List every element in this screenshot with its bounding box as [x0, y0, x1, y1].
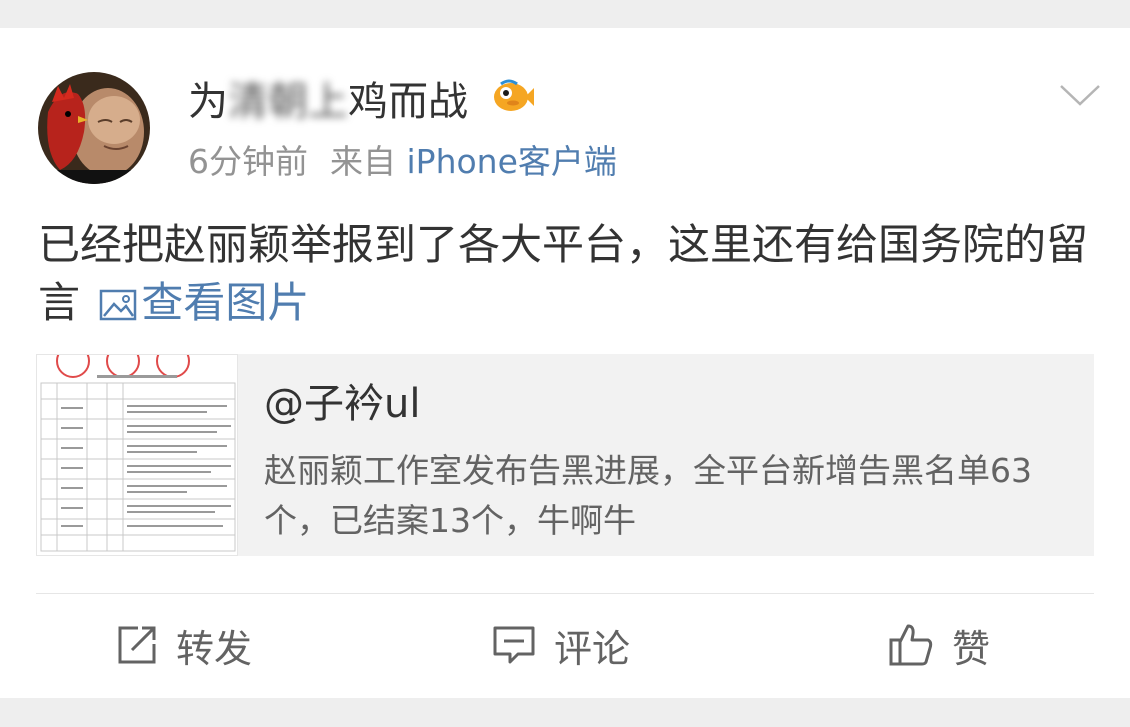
image-icon: [100, 289, 137, 321]
comment-button[interactable]: 评论: [492, 620, 631, 671]
quoted-post[interactable]: @子衿ul 赵丽颖工作室发布告黑进展，全平台新增告黑名单63个，已结案13个，牛…: [36, 354, 1094, 556]
post-text: 已经把赵丽颖举报到了各大平台，这里还有给国务院的留言 查看图片: [38, 216, 1098, 332]
actions-divider: [36, 593, 1094, 594]
quoted-post-thumbnail: [36, 354, 238, 556]
comment-label: 评论: [554, 626, 631, 671]
author-name-blurred: 清朝上: [228, 79, 348, 125]
view-pictures-link[interactable]: 查看图片: [93, 278, 309, 327]
weibo-post-card: 为清朝上鸡而战 6分钟前 来自 iPhone客户端 已经把赵丽颖举报到了各大平台，…: [0, 28, 1130, 698]
author-name-start: 为: [188, 79, 228, 125]
post-author-name[interactable]: 为清朝上鸡而战: [188, 78, 535, 126]
repost-icon: [118, 626, 156, 664]
comment-icon: [493, 626, 535, 664]
thumbs-up-icon: [889, 624, 933, 666]
avatar[interactable]: [38, 72, 150, 184]
post-source-link[interactable]: iPhone客户端: [407, 142, 617, 181]
post-meta: 6分钟前 来自 iPhone客户端: [188, 141, 617, 183]
repost-label: 转发: [176, 626, 253, 671]
post-source-prefix: 来自: [330, 142, 396, 181]
quoted-post-author[interactable]: @子衿ul: [264, 380, 420, 428]
like-label: 赞: [952, 626, 991, 671]
post-time: 6分钟前: [188, 142, 308, 181]
repost-button[interactable]: 转发: [116, 620, 253, 671]
author-name-end: 鸡而战: [348, 79, 468, 125]
quoted-post-text: 赵丽颖工作室发布告黑进展，全平台新增告黑名单63个，已结案13个，牛啊牛: [264, 451, 1032, 540]
fish-vip-icon: [491, 77, 535, 125]
like-button[interactable]: 赞: [888, 620, 991, 671]
view-pictures-label: 查看图片: [141, 278, 310, 327]
chevron-down-icon[interactable]: [1058, 80, 1102, 114]
